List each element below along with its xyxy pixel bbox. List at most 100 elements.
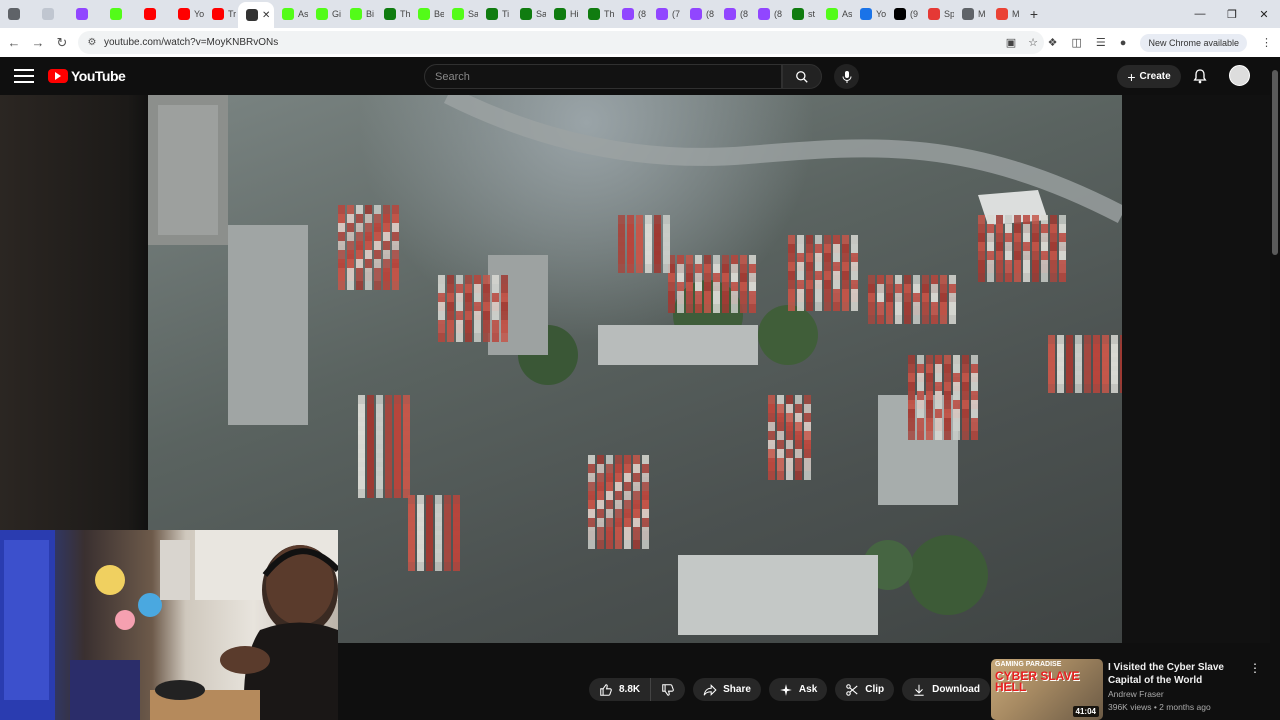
notifications-bell-icon[interactable] — [1192, 68, 1208, 84]
browser-tab[interactable]: Tr — [204, 3, 238, 25]
browser-tab[interactable] — [0, 3, 34, 25]
browser-tab[interactable]: M — [988, 3, 1022, 25]
xbox-icon — [520, 8, 532, 20]
browser-tab[interactable]: Th — [580, 3, 614, 25]
recommended-video-item[interactable]: GAMING PARADISE CYBER SLAVE HELL 41:04 I… — [991, 659, 1261, 720]
browser-tab[interactable]: Bi — [342, 3, 376, 25]
ask-button[interactable]: Ask — [768, 678, 828, 701]
search-input[interactable]: Search — [424, 64, 782, 89]
browser-tab[interactable] — [136, 3, 170, 25]
page-scrollbar-thumb[interactable] — [1272, 70, 1278, 255]
share-button[interactable]: Share — [693, 678, 761, 701]
browser-tab[interactable]: ✕ — [238, 2, 274, 28]
share-icon — [703, 683, 717, 696]
browser-tab-title: Sa — [468, 9, 478, 19]
more-vertical-icon[interactable]: ⋮ — [1249, 661, 1261, 675]
search-icon — [796, 70, 808, 83]
browser-tab-title: (8 — [638, 9, 647, 19]
browser-tab-title: Yo — [876, 9, 886, 19]
microphone-icon — [842, 70, 851, 83]
youtube-wordmark: YouTube — [71, 68, 126, 84]
download-button[interactable]: Download — [902, 678, 990, 701]
site-info-icon[interactable]: ⚙ — [86, 37, 98, 49]
browser-tab[interactable]: (8 — [614, 3, 648, 25]
voice-search-button[interactable] — [834, 64, 859, 89]
volume-icon — [246, 9, 258, 21]
browser-tab[interactable]: Ti — [478, 3, 512, 25]
kick-icon — [110, 8, 122, 20]
hamburger-menu-icon[interactable] — [14, 67, 34, 85]
close-tab-icon[interactable]: ✕ — [262, 10, 270, 21]
browser-tab[interactable] — [34, 3, 68, 25]
extensions-icon[interactable]: ❖ — [1048, 36, 1058, 49]
browser-tab[interactable]: Sp — [920, 3, 954, 25]
browser-tab[interactable]: As — [818, 3, 852, 25]
browser-tab[interactable]: Gi — [308, 3, 342, 25]
browser-tab[interactable]: (8 — [750, 3, 784, 25]
search-button[interactable] — [782, 64, 822, 89]
browser-tab[interactable]: (8 — [682, 3, 716, 25]
kick-icon — [452, 8, 464, 20]
browser-tab[interactable]: Be — [410, 3, 444, 25]
browser-tab[interactable]: Th — [376, 3, 410, 25]
youtube-logo[interactable]: YouTube — [48, 68, 126, 84]
create-button[interactable]: + Create — [1117, 65, 1181, 88]
browser-tab-title: Sa — [536, 9, 546, 19]
minimize-icon[interactable]: — — [1184, 0, 1216, 28]
chrome-menu-icon[interactable]: ⋮ — [1261, 36, 1272, 49]
twitch-icon — [656, 8, 668, 20]
restore-icon[interactable]: ❐ — [1216, 0, 1248, 28]
dislike-button[interactable] — [651, 678, 685, 701]
address-bar[interactable]: ⚙ youtube.com/watch?v=MoyKNBRvONs ▣ ☆ — [78, 31, 1044, 54]
back-icon[interactable]: ← — [2, 31, 26, 55]
browser-tab[interactable]: (9 — [886, 3, 920, 25]
browser-tab-title: (9 — [910, 9, 919, 19]
download-label: Download — [932, 684, 980, 695]
browser-tab[interactable] — [68, 3, 102, 25]
browser-tab[interactable]: Hi — [546, 3, 580, 25]
browser-tab[interactable]: Sa — [512, 3, 546, 25]
browser-tab-title: (7 — [672, 9, 681, 19]
forward-icon[interactable]: → — [26, 31, 50, 55]
like-button[interactable]: 8.8K — [589, 678, 652, 701]
new-chrome-available-button[interactable]: New Chrome available — [1140, 33, 1247, 52]
twitch-icon — [76, 8, 88, 20]
reload-icon[interactable]: ↻ — [50, 31, 74, 55]
sidepanel-icon[interactable]: ◫ — [1072, 36, 1082, 49]
install-app-icon[interactable]: ▣ — [1006, 36, 1016, 49]
xbox-icon — [486, 8, 498, 20]
new-tab-button[interactable]: + — [1022, 6, 1046, 22]
search-placeholder: Search — [435, 70, 470, 83]
browser-tab-title: Be — [434, 9, 444, 19]
browser-tab[interactable] — [102, 3, 136, 25]
bookmark-star-icon[interactable]: ☆ — [1028, 36, 1038, 49]
browser-tab-title: Bi — [366, 9, 375, 19]
browser-tab[interactable]: Yo — [852, 3, 886, 25]
recommended-video-thumbnail[interactable]: GAMING PARADISE CYBER SLAVE HELL 41:04 — [991, 659, 1103, 720]
browser-tab[interactable]: (8 — [716, 3, 750, 25]
thumbnail-text-top: GAMING PARADISE — [995, 661, 1062, 668]
clip-button[interactable]: Clip — [835, 678, 895, 701]
media-controls-icon[interactable]: ☰ — [1096, 36, 1106, 49]
browser-tab-title: Ti — [502, 9, 510, 19]
recommended-video-title[interactable]: I Visited the Cyber Slave Capital of the… — [1108, 661, 1248, 687]
browser-tab[interactable]: st — [784, 3, 818, 25]
chrome-icon — [962, 8, 974, 20]
browser-tab-title: Tr — [228, 9, 237, 19]
browser-tab[interactable]: Sa — [444, 3, 478, 25]
browser-tab[interactable]: (7 — [648, 3, 682, 25]
browser-tab-title: (8 — [706, 9, 715, 19]
blank-icon — [42, 8, 54, 20]
browser-tab[interactable]: Yo — [170, 3, 204, 25]
video-duration-badge: 41:04 — [1072, 706, 1099, 717]
account-avatar[interactable] — [1229, 65, 1250, 86]
profile-icon[interactable]: ● — [1120, 37, 1127, 49]
kick-icon — [418, 8, 430, 20]
close-window-icon[interactable]: ✕ — [1248, 0, 1280, 28]
browser-tab-title: M — [978, 9, 986, 19]
browser-tab[interactable]: As — [274, 3, 308, 25]
recommended-video-channel[interactable]: Andrew Fraser — [1108, 689, 1164, 699]
download-icon — [914, 684, 924, 696]
youtube-play-icon — [48, 69, 68, 83]
browser-tab[interactable]: M — [954, 3, 988, 25]
